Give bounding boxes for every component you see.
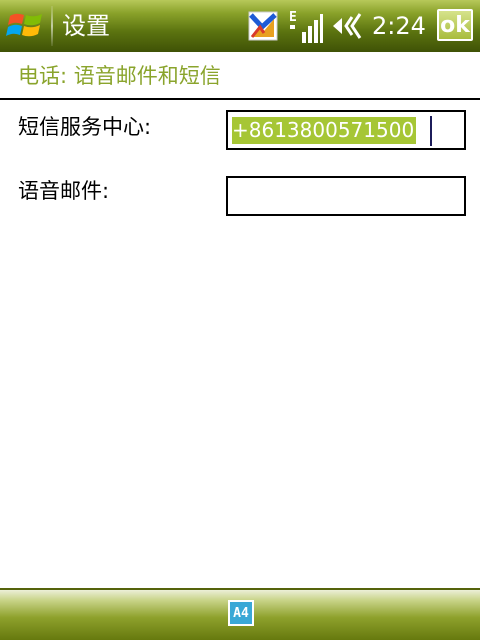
ok-button[interactable]: ok <box>437 9 473 41</box>
network-type-label: E <box>289 10 297 25</box>
volume-icon[interactable] <box>330 8 366 44</box>
title-bar: 设置 E 2:24 ok <box>0 0 480 52</box>
voicemail-field[interactable] <box>226 176 466 216</box>
notification-icon[interactable] <box>248 8 278 44</box>
signal-icon: E <box>288 8 324 44</box>
sms-center-field[interactable]: +8613800571500 <box>226 110 466 150</box>
sms-center-value: +8613800571500 <box>232 117 417 144</box>
windows-start-icon <box>6 13 42 37</box>
header-divider <box>0 98 480 100</box>
softkey-bar: A4 <box>0 588 480 640</box>
window-title: 设置 <box>62 12 110 40</box>
text-caret <box>430 116 432 146</box>
sms-center-label: 短信服务中心: <box>18 115 152 139</box>
voicemail-label: 语音邮件: <box>18 179 110 203</box>
page-title: 电话: 语音邮件和短信 <box>18 64 221 88</box>
start-button[interactable] <box>0 0 52 52</box>
keyboard-icon: A4 <box>233 605 249 621</box>
title-divider <box>51 6 53 46</box>
input-panel-button[interactable]: A4 <box>228 600 254 626</box>
clock[interactable]: 2:24 <box>372 10 426 42</box>
